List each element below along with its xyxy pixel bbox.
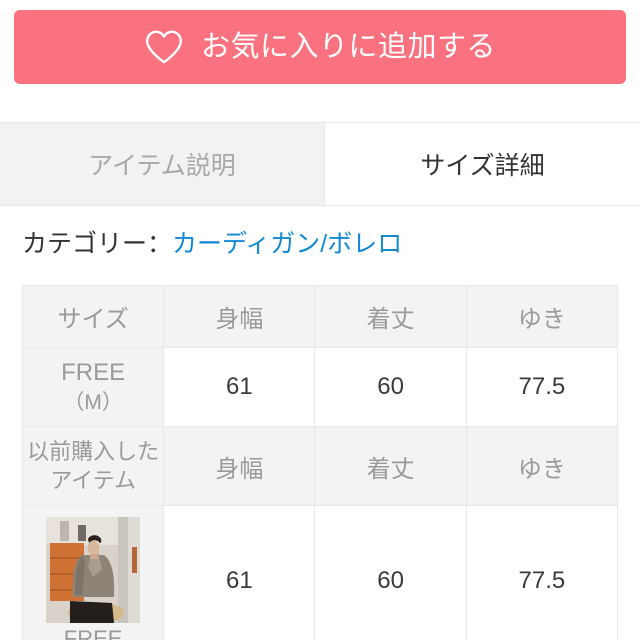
product-thumbnail-cardigan[interactable]	[46, 517, 141, 623]
tab-size-detail[interactable]: サイズ詳細	[325, 123, 640, 205]
current-size-sub: （M）	[63, 390, 123, 414]
header-cell-previous-item: 以前購入した アイテム	[21, 426, 165, 506]
cell-previous-length: 60	[314, 505, 467, 640]
previous-size-label: FREE	[63, 626, 123, 640]
category-label: カテゴリー：	[22, 230, 173, 258]
header-cell-sleeve: ゆき	[465, 285, 619, 348]
category-link[interactable]: カーディガン/ボレロ	[172, 230, 402, 258]
favorite-button-container: お気に入りに追加する	[0, 0, 640, 84]
table-row-current-size: FREE （M） 61 60 77.5	[21, 347, 619, 427]
header-cell-previous-width: 身幅	[163, 426, 316, 506]
table-row-previous-item: FREE 61 60 77.5	[21, 505, 619, 640]
size-detail-table: サイズ 身幅 着丈 ゆき FREE （M） 61 60 77.5 以前購入した …	[21, 285, 619, 640]
header-cell-size: サイズ	[21, 285, 165, 348]
header-cell-previous-length: 着丈	[314, 426, 467, 506]
tab-item-description[interactable]: アイテム説明	[0, 123, 325, 205]
current-size-main: FREE	[61, 359, 126, 387]
cell-current-width: 61	[163, 347, 316, 427]
table-header-row-previous: 以前購入した アイテム 身幅 着丈 ゆき	[21, 426, 619, 506]
previous-item-label-line1: 以前購入した	[27, 438, 160, 464]
header-cell-width: 身幅	[163, 285, 316, 348]
cell-current-size: FREE （M）	[21, 347, 165, 427]
heart-outline-icon	[145, 30, 182, 64]
cell-previous-width: 61	[163, 505, 316, 640]
header-cell-previous-sleeve: ゆき	[465, 426, 619, 506]
add-to-favorites-button[interactable]: お気に入りに追加する	[14, 10, 626, 84]
table-header-row: サイズ 身幅 着丈 ゆき	[21, 285, 619, 348]
thumbnail-artwork	[46, 517, 141, 623]
category-line: カテゴリー：カーディガン/ボレロ	[22, 232, 402, 257]
thumbnail-wrapper: FREE	[25, 512, 161, 640]
cell-previous-thumbnail[interactable]: FREE	[21, 505, 165, 640]
detail-tabs: アイテム説明 サイズ詳細	[0, 122, 640, 206]
previous-item-label-line2: アイテム	[50, 468, 137, 493]
cell-current-length: 60	[314, 347, 467, 427]
header-cell-length: 着丈	[314, 285, 467, 348]
size-detail-page: お気に入りに追加する アイテム説明 サイズ詳細 カテゴリー：カーディガン/ボレロ…	[0, 0, 640, 640]
favorite-button-label: お気に入りに追加する	[200, 30, 496, 63]
cell-current-sleeve: 77.5	[465, 347, 619, 427]
cell-previous-sleeve: 77.5	[465, 505, 619, 640]
